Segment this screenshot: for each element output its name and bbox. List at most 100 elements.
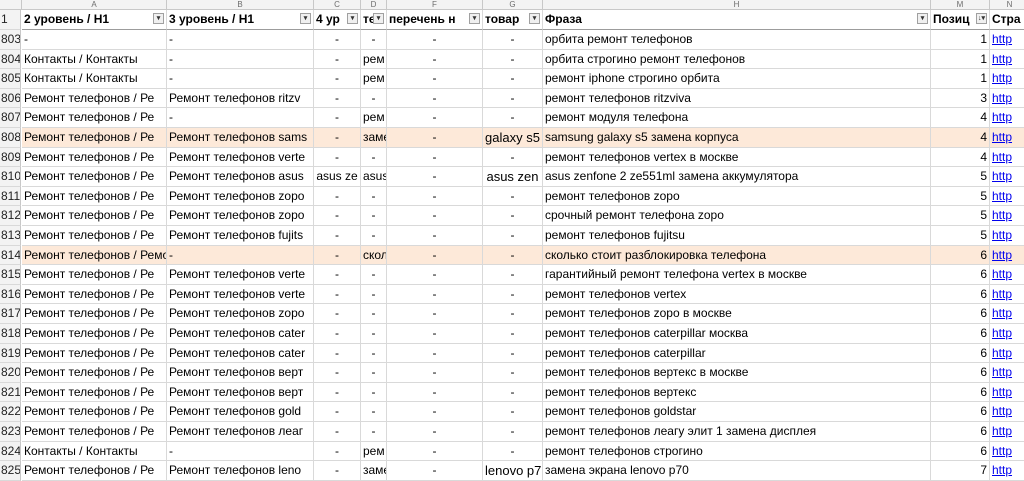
cell-col-a[interactable]: Ремонт телефонов / Ре: [22, 304, 167, 324]
cell-col-m[interactable]: 6: [931, 265, 990, 285]
cell-col-m[interactable]: 6: [931, 343, 990, 364]
cell-col-h[interactable]: замена экрана lenovo p70: [543, 461, 931, 481]
cell-col-g[interactable]: -: [483, 324, 543, 344]
column-letter-n[interactable]: N: [990, 0, 1024, 10]
cell-col-g[interactable]: -: [483, 186, 543, 207]
cell-col-h[interactable]: ремонт телефонов ritzviva: [543, 88, 931, 109]
cell-col-b[interactable]: Ремонт телефонов cater: [167, 343, 314, 364]
url-link[interactable]: http: [992, 365, 1012, 379]
cell-col-d[interactable]: сколь: [361, 245, 387, 266]
cell-col-c[interactable]: -: [314, 128, 361, 148]
cell-col-b[interactable]: -: [167, 69, 314, 89]
cell-col-h[interactable]: ремонт телефонов vertex в москве: [543, 147, 931, 168]
url-link[interactable]: http: [992, 150, 1012, 164]
cell-col-c[interactable]: asus ze: [314, 167, 361, 187]
cell-col-a[interactable]: Ремонт телефонов / Ре: [22, 167, 167, 187]
cell-col-m[interactable]: 5: [931, 206, 990, 226]
header-cell-col-a[interactable]: 2 уровень / H1 ▾: [22, 10, 167, 30]
cell-col-b[interactable]: -: [167, 108, 314, 128]
cell-col-a[interactable]: Ремонт телефонов / Ре: [22, 324, 167, 344]
row-number[interactable]: 813: [0, 226, 21, 246]
cell-col-n[interactable]: http: [990, 442, 1024, 462]
cell-col-g[interactable]: -: [483, 147, 543, 168]
cell-col-f[interactable]: -: [387, 186, 483, 207]
cell-col-c[interactable]: -: [314, 49, 361, 70]
cell-col-g[interactable]: -: [483, 284, 543, 305]
cell-col-a[interactable]: Ремонт телефонов / Ре: [22, 382, 167, 403]
cell-col-n[interactable]: http: [990, 108, 1024, 128]
cell-col-g[interactable]: -: [483, 422, 543, 442]
row-number[interactable]: 815: [0, 265, 21, 285]
cell-col-n[interactable]: http: [990, 89, 1024, 109]
row-number[interactable]: 814: [0, 245, 21, 266]
cell-col-b[interactable]: Ремонт телефонов верт: [167, 363, 314, 383]
row-number[interactable]: 810: [0, 167, 21, 187]
cell-col-n[interactable]: http: [990, 344, 1024, 364]
url-link[interactable]: http: [992, 404, 1012, 418]
cell-col-h[interactable]: орбита ремонт телефонов: [543, 30, 931, 50]
cell-col-c[interactable]: -: [314, 147, 361, 168]
cell-col-a[interactable]: Контакты / Контакты: [22, 49, 167, 70]
cell-col-b[interactable]: Ремонт телефонов leno: [167, 461, 314, 481]
cell-col-d[interactable]: рем: [361, 108, 387, 128]
cell-col-g[interactable]: galaxy s5: [483, 128, 543, 148]
cell-col-b[interactable]: -: [167, 441, 314, 462]
cell-col-h[interactable]: орбита строгино ремонт телефонов: [543, 49, 931, 70]
cell-col-n[interactable]: http: [990, 187, 1024, 207]
cell-col-a[interactable]: Ремонт телефонов / Ре: [22, 343, 167, 364]
cell-col-h[interactable]: ремонт телефонов zopo в москве: [543, 304, 931, 324]
filter-dropdown-icon[interactable]: ▾: [373, 13, 384, 24]
column-letter-b[interactable]: B: [167, 0, 314, 10]
cell-col-f[interactable]: -: [387, 461, 483, 481]
cell-col-b[interactable]: Ремонт телефонов fujits: [167, 226, 314, 246]
cell-col-h[interactable]: срочный ремонт телефона zopo: [543, 206, 931, 226]
cell-col-f[interactable]: -: [387, 324, 483, 344]
cell-col-a[interactable]: Ремонт телефонов / Ре: [22, 402, 167, 422]
cell-col-b[interactable]: Ремонт телефонов asus: [167, 167, 314, 187]
cell-col-m[interactable]: 4: [931, 108, 990, 128]
cell-col-d[interactable]: -: [361, 324, 387, 344]
cell-col-m[interactable]: 6: [931, 441, 990, 462]
header-cell-col-d[interactable]: те ▾: [361, 10, 387, 30]
cell-col-d[interactable]: рем: [361, 49, 387, 70]
row-number[interactable]: 821: [0, 382, 21, 403]
cell-col-n[interactable]: http: [990, 304, 1024, 324]
cell-col-m[interactable]: 6: [931, 402, 990, 422]
cell-col-f[interactable]: -: [387, 402, 483, 422]
cell-col-n[interactable]: http: [990, 285, 1024, 305]
cell-col-d[interactable]: -: [361, 363, 387, 383]
cell-col-b[interactable]: Ремонт телефонов sams: [167, 128, 314, 148]
cell-col-c[interactable]: -: [314, 88, 361, 109]
url-link[interactable]: http: [992, 424, 1012, 438]
cell-col-d[interactable]: -: [361, 186, 387, 207]
cell-col-h[interactable]: сколько стоит разблокировка телефона: [543, 245, 931, 266]
cell-col-m[interactable]: 4: [931, 147, 990, 168]
cell-col-g[interactable]: lenovo p7: [483, 461, 543, 481]
url-link[interactable]: http: [992, 326, 1012, 340]
cell-col-m[interactable]: 6: [931, 245, 990, 266]
cell-col-g[interactable]: -: [483, 441, 543, 462]
cell-col-m[interactable]: 6: [931, 324, 990, 344]
cell-col-n[interactable]: http: [990, 128, 1024, 148]
cell-col-f[interactable]: -: [387, 304, 483, 324]
url-link[interactable]: http: [992, 52, 1012, 66]
cell-col-d[interactable]: -: [361, 265, 387, 285]
row-number[interactable]: 825: [0, 461, 21, 481]
cell-col-g[interactable]: -: [483, 402, 543, 422]
url-link[interactable]: http: [992, 189, 1012, 203]
cell-col-d[interactable]: -: [361, 382, 387, 403]
url-link[interactable]: http: [992, 130, 1012, 144]
cell-col-f[interactable]: -: [387, 226, 483, 246]
cell-col-n[interactable]: http: [990, 402, 1024, 422]
cell-col-n[interactable]: http: [990, 50, 1024, 70]
cell-col-f[interactable]: -: [387, 206, 483, 226]
cell-col-d[interactable]: -: [361, 147, 387, 168]
header-cell-col-f[interactable]: перечень н ▾: [387, 10, 483, 30]
cell-col-d[interactable]: -: [361, 206, 387, 226]
row-number[interactable]: 807: [0, 108, 21, 128]
cell-col-g[interactable]: -: [483, 382, 543, 403]
cell-col-h[interactable]: ремонт iphone строгино орбита: [543, 69, 931, 89]
row-number[interactable]: 816: [0, 284, 21, 305]
cell-col-h[interactable]: ремонт телефонов вертекс в москве: [543, 363, 931, 383]
filter-dropdown-icon[interactable]: ▾: [917, 13, 928, 24]
